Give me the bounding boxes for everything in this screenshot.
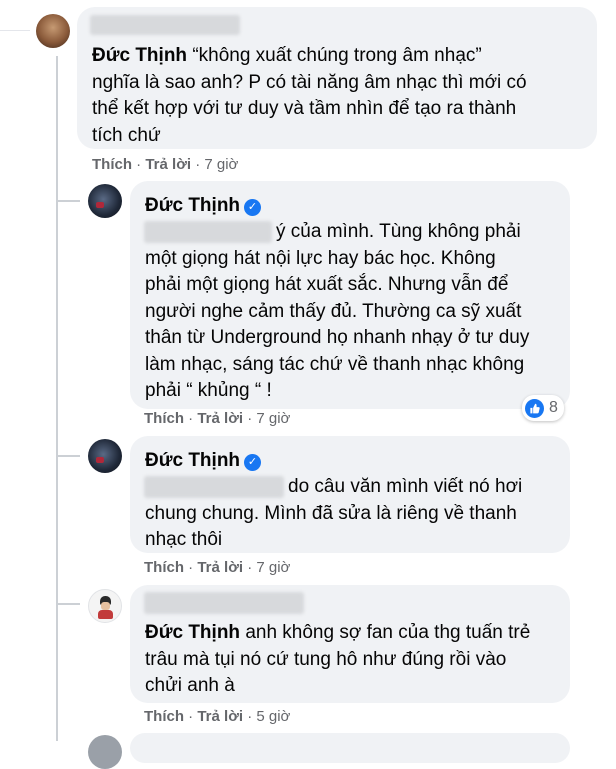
comment-text: Đức Thịnh “không xuất chúng trong âm nhạ… bbox=[92, 45, 527, 146]
mention-link[interactable]: Đức Thịnh bbox=[92, 45, 187, 66]
redacted-name bbox=[144, 592, 304, 614]
thread-line bbox=[56, 56, 58, 741]
like-link[interactable]: Thích bbox=[144, 559, 184, 576]
reply-actions: Thích · Trả lời · 7 giờ bbox=[144, 559, 291, 576]
like-reaction-icon bbox=[525, 398, 544, 418]
reply-bubble bbox=[130, 733, 570, 763]
thread-connector bbox=[56, 603, 80, 605]
author-name[interactable]: Đức Thịnh ✓ bbox=[145, 450, 262, 472]
reply-actions: Thích · Trả lời · 7 giờ bbox=[144, 410, 291, 427]
reply-link[interactable]: Trả lời bbox=[197, 559, 243, 576]
author-name[interactable]: Đức Thịnh ✓ bbox=[145, 195, 262, 217]
timestamp[interactable]: 7 giờ bbox=[256, 559, 290, 576]
reply-link[interactable]: Trả lời bbox=[197, 410, 243, 427]
avatar[interactable] bbox=[88, 184, 122, 218]
comment-bubble: Đức Thịnh “không xuất chúng trong âm nhạ… bbox=[77, 7, 597, 149]
timestamp[interactable]: 7 giờ bbox=[204, 156, 238, 173]
reply-text: Đức Thịnh anh không sợ fan của thg tuấn … bbox=[145, 622, 531, 696]
mention-link[interactable]: Đức Thịnh bbox=[145, 622, 240, 643]
reply-link[interactable]: Trả lời bbox=[145, 156, 191, 173]
redacted-name bbox=[90, 15, 240, 35]
timestamp[interactable]: 7 giờ bbox=[256, 410, 290, 427]
verified-badge-icon: ✓ bbox=[244, 454, 262, 471]
avatar[interactable] bbox=[36, 14, 70, 48]
thread-connector bbox=[56, 455, 80, 457]
reply-link[interactable]: Trả lời bbox=[197, 708, 243, 725]
avatar[interactable] bbox=[88, 735, 122, 769]
thread-connector bbox=[56, 200, 80, 202]
comment-actions: Thích · Trả lời · 7 giờ bbox=[92, 156, 239, 173]
reply-text: ý của mình. Tùng không phải một giọng há… bbox=[145, 221, 530, 401]
thread-line-top bbox=[0, 30, 30, 31]
avatar[interactable] bbox=[88, 589, 122, 623]
like-link[interactable]: Thích bbox=[144, 708, 184, 725]
reply-bubble: Đức Thịnh ✓ do câu văn mình viết nó hơi c… bbox=[130, 436, 570, 553]
like-link[interactable]: Thích bbox=[92, 156, 132, 173]
reaction-count: 8 bbox=[549, 399, 558, 416]
reply-bubble: Đức Thịnh ✓ ý của mình. Tùng không phải m… bbox=[130, 181, 570, 409]
reply-actions: Thích · Trả lời · 5 giờ bbox=[144, 708, 291, 725]
like-link[interactable]: Thích bbox=[144, 410, 184, 427]
reply-text: do câu văn mình viết nó hơi chung chung.… bbox=[145, 476, 523, 550]
avatar[interactable] bbox=[88, 439, 122, 473]
timestamp[interactable]: 5 giờ bbox=[256, 708, 290, 725]
reply-bubble: Đức Thịnh anh không sợ fan của thg tuấn … bbox=[130, 585, 570, 703]
reaction-summary[interactable]: 8 bbox=[522, 395, 564, 421]
verified-badge-icon: ✓ bbox=[244, 199, 262, 216]
